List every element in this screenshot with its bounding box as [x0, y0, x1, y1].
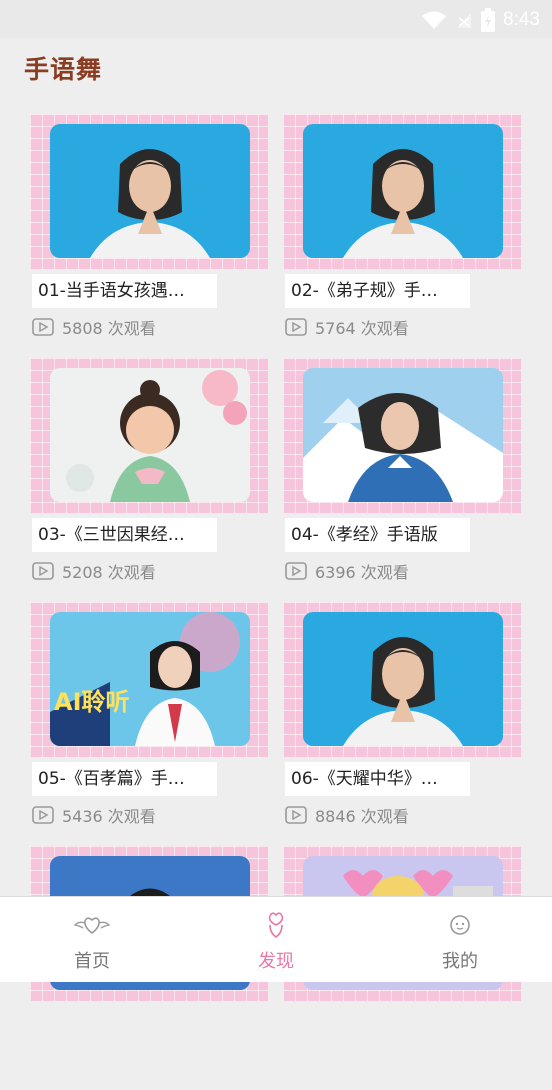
video-play-icon	[32, 806, 54, 824]
video-title[interactable]: 06-《天耀中华》…	[285, 762, 470, 796]
video-card[interactable]: AI聆听 05-《百孝篇》手… 5436 次观看	[30, 602, 268, 846]
video-title[interactable]: 04-《孝经》手语版	[285, 518, 470, 552]
view-count: 5436 次观看	[32, 803, 156, 827]
video-play-icon	[285, 806, 307, 824]
view-count: 5208 次观看	[32, 559, 156, 583]
video-play-icon	[32, 562, 54, 580]
thumbnail-frame	[283, 358, 521, 513]
bottom-navigation: 首页 发现 我的	[0, 896, 552, 982]
view-count-text: 5436 次观看	[62, 807, 156, 826]
hand-heart-icon	[268, 912, 284, 938]
video-thumbnail[interactable]	[303, 612, 503, 746]
video-thumbnail[interactable]	[50, 368, 250, 502]
thumbnail-frame	[30, 358, 268, 513]
view-count-text: 5208 次观看	[62, 563, 156, 582]
nav-label-mine: 我的	[442, 951, 478, 972]
video-title[interactable]: 05-《百孝篇》手…	[32, 762, 217, 796]
video-title[interactable]: 02-《弟子规》手…	[285, 274, 470, 308]
video-play-icon	[285, 318, 307, 336]
video-thumbnail[interactable]	[303, 124, 503, 258]
view-count: 5808 次观看	[32, 315, 156, 339]
view-count: 6396 次观看	[285, 559, 409, 583]
video-card[interactable]: 06-《天耀中华》… 8846 次观看	[283, 602, 521, 846]
view-count-text: 8846 次观看	[315, 807, 409, 826]
thumbnail-frame: AI聆听	[30, 602, 268, 757]
video-thumbnail[interactable]	[303, 368, 503, 502]
video-card[interactable]: 01-当手语女孩遇… 5808 次观看	[30, 114, 268, 358]
video-title[interactable]: 03-《三世因果经…	[32, 518, 217, 552]
video-thumbnail[interactable]	[50, 124, 250, 258]
thumbnail-overlay-text: AI聆听	[54, 688, 130, 716]
video-card[interactable]: 04-《孝经》手语版 6396 次观看	[283, 358, 521, 602]
view-count-text: 5808 次观看	[62, 319, 156, 338]
video-play-icon	[32, 318, 54, 336]
nav-label-discover: 发现	[258, 951, 294, 972]
wings-heart-icon	[74, 917, 110, 935]
view-count: 5764 次观看	[285, 315, 409, 339]
video-title[interactable]: 01-当手语女孩遇…	[32, 274, 217, 308]
video-grid: 01-当手语女孩遇… 5808 次观看 02-《弟子规》手… 5764 次观看 …	[0, 0, 552, 1001]
view-count-text: 5764 次观看	[315, 319, 409, 338]
nav-label-home: 首页	[74, 951, 110, 972]
nav-tab-discover[interactable]: 发现	[184, 897, 368, 982]
thumbnail-frame	[283, 602, 521, 757]
smiley-icon	[450, 915, 470, 935]
thumbnail-frame	[30, 114, 268, 269]
view-count-text: 6396 次观看	[315, 563, 409, 582]
view-count: 8846 次观看	[285, 803, 409, 827]
video-card[interactable]: 02-《弟子规》手… 5764 次观看	[283, 114, 521, 358]
nav-tab-mine[interactable]: 我的	[368, 897, 552, 982]
thumbnail-frame	[283, 114, 521, 269]
video-card[interactable]: 03-《三世因果经… 5208 次观看	[30, 358, 268, 602]
video-play-icon	[285, 562, 307, 580]
nav-tab-home[interactable]: 首页	[0, 897, 184, 982]
video-thumbnail[interactable]: AI聆听	[50, 612, 250, 746]
